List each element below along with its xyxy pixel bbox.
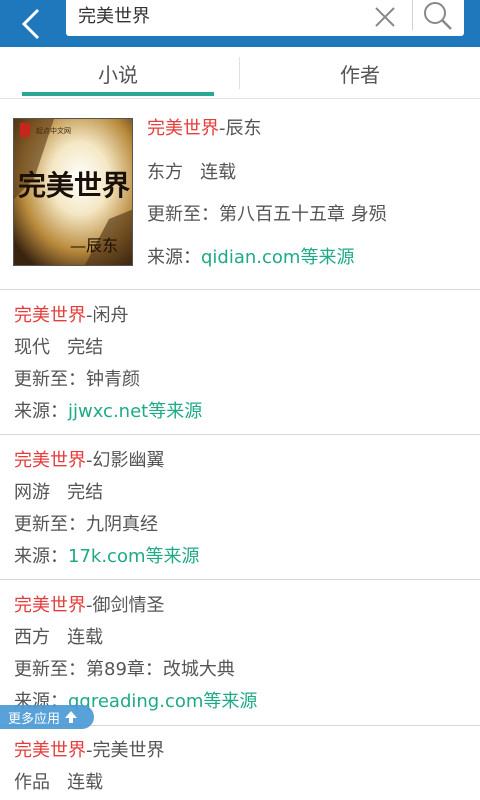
tab-author[interactable]: 作者: [240, 47, 480, 99]
result-update-line: 更新至：第89章：改城大典: [14, 659, 235, 681]
cover-author: —辰东: [70, 236, 118, 255]
source-link[interactable]: 17k.com等来源: [68, 546, 200, 567]
book-status: 连载: [67, 772, 104, 793]
update-chapter: 第八百五十五章 身殒: [219, 204, 387, 225]
result-source-line: 来源：17k.com等来源: [14, 546, 200, 568]
top-bar: 完美世界: [0, 0, 480, 47]
book-title: 完美世界: [14, 595, 86, 616]
book-author: -幻影幽翼: [86, 450, 165, 471]
book-status: 连载: [200, 162, 237, 183]
result-item[interactable]: 完美世界-完美世界 作品 连载: [0, 726, 480, 800]
result-title-line: 完美世界-幻影幽翼: [14, 450, 165, 472]
book-genre: 东方: [147, 162, 183, 183]
source-label: 来源：: [147, 247, 201, 268]
result-source-line: 来源：jjwxc.net等来源: [14, 401, 202, 423]
result-item[interactable]: 完美世界-幻影幽翼 网游 完结 更新至：九阴真经 来源：17k.com等来源: [0, 435, 480, 580]
update-chapter: 钟青颜: [86, 369, 140, 390]
search-input[interactable]: 完美世界: [66, 0, 464, 36]
update-label: 更新至：: [14, 514, 86, 535]
cover-badge: 起点中文网: [36, 126, 71, 135]
cover-title: 完美世界: [18, 169, 130, 202]
result-source-line: 来源：qidian.com等来源: [147, 247, 354, 269]
more-apps-button[interactable]: 更多应用: [0, 705, 94, 729]
result-update-line: 更新至：钟青颜: [14, 369, 140, 391]
book-status: 完结: [67, 482, 104, 503]
source-link[interactable]: jjwxc.net等来源: [68, 401, 202, 422]
back-arrow-icon: [21, 8, 40, 39]
book-genre: 网游: [14, 482, 50, 503]
book-genre: 作品: [14, 772, 50, 793]
book-title: 完美世界: [14, 740, 86, 761]
book-author: -完美世界: [86, 740, 165, 761]
search-divider: [412, 0, 413, 30]
result-meta-line: 东方 连载: [147, 162, 236, 184]
source-link[interactable]: qqreading.com等来源: [68, 691, 257, 712]
result-item[interactable]: 起点中文网 完美世界 —辰东 完美世界-辰东 东方 连载 更新至：第八百五十五章…: [0, 99, 480, 290]
book-genre: 现代: [14, 337, 50, 358]
source-label: 来源：: [14, 546, 68, 567]
book-cover: 起点中文网 完美世界 —辰东: [13, 118, 133, 266]
source-link[interactable]: qidian.com等来源: [201, 247, 354, 268]
book-author: -辰东: [219, 118, 262, 139]
result-meta-line: 西方 连载: [14, 627, 103, 649]
update-chapter: 九阴真经: [86, 514, 158, 535]
result-title-line: 完美世界-完美世界: [14, 740, 165, 762]
search-icon[interactable]: [422, 0, 454, 32]
arrow-up-icon: [65, 711, 78, 723]
book-title: 完美世界: [147, 118, 219, 139]
more-apps-label: 更多应用: [8, 711, 61, 727]
result-meta-line: 现代 完结: [14, 337, 103, 359]
book-status: 连载: [67, 627, 104, 648]
result-title-line: 完美世界-闲舟: [14, 305, 129, 327]
result-item[interactable]: 完美世界-闲舟 现代 完结 更新至：钟青颜 来源：jjwxc.net等来源: [0, 290, 480, 435]
source-label: 来源：: [14, 401, 68, 422]
clear-icon[interactable]: [372, 4, 398, 30]
book-title: 完美世界: [14, 305, 86, 326]
result-meta-line: 作品 连载: [14, 772, 103, 794]
update-label: 更新至：: [14, 659, 86, 680]
result-title-line: 完美世界-辰东: [147, 118, 262, 140]
book-author: -御剑情圣: [86, 595, 165, 616]
book-author: -闲舟: [86, 305, 129, 326]
book-genre: 西方: [14, 627, 50, 648]
update-label: 更新至：: [14, 369, 86, 390]
active-tab-indicator: [22, 92, 214, 96]
result-title-line: 完美世界-御剑情圣: [14, 595, 165, 617]
result-update-line: 更新至：九阴真经: [14, 514, 158, 536]
back-button[interactable]: [0, 0, 62, 47]
result-update-line: 更新至：第八百五十五章 身殒: [147, 204, 387, 226]
update-label: 更新至：: [147, 204, 219, 225]
result-meta-line: 网游 完结: [14, 482, 103, 504]
search-query-text[interactable]: 完美世界: [78, 6, 150, 28]
update-chapter: 第89章：改城大典: [86, 659, 235, 680]
tab-bar: 小说 作者: [0, 47, 480, 99]
book-status: 完结: [67, 337, 104, 358]
book-title: 完美世界: [14, 450, 86, 471]
